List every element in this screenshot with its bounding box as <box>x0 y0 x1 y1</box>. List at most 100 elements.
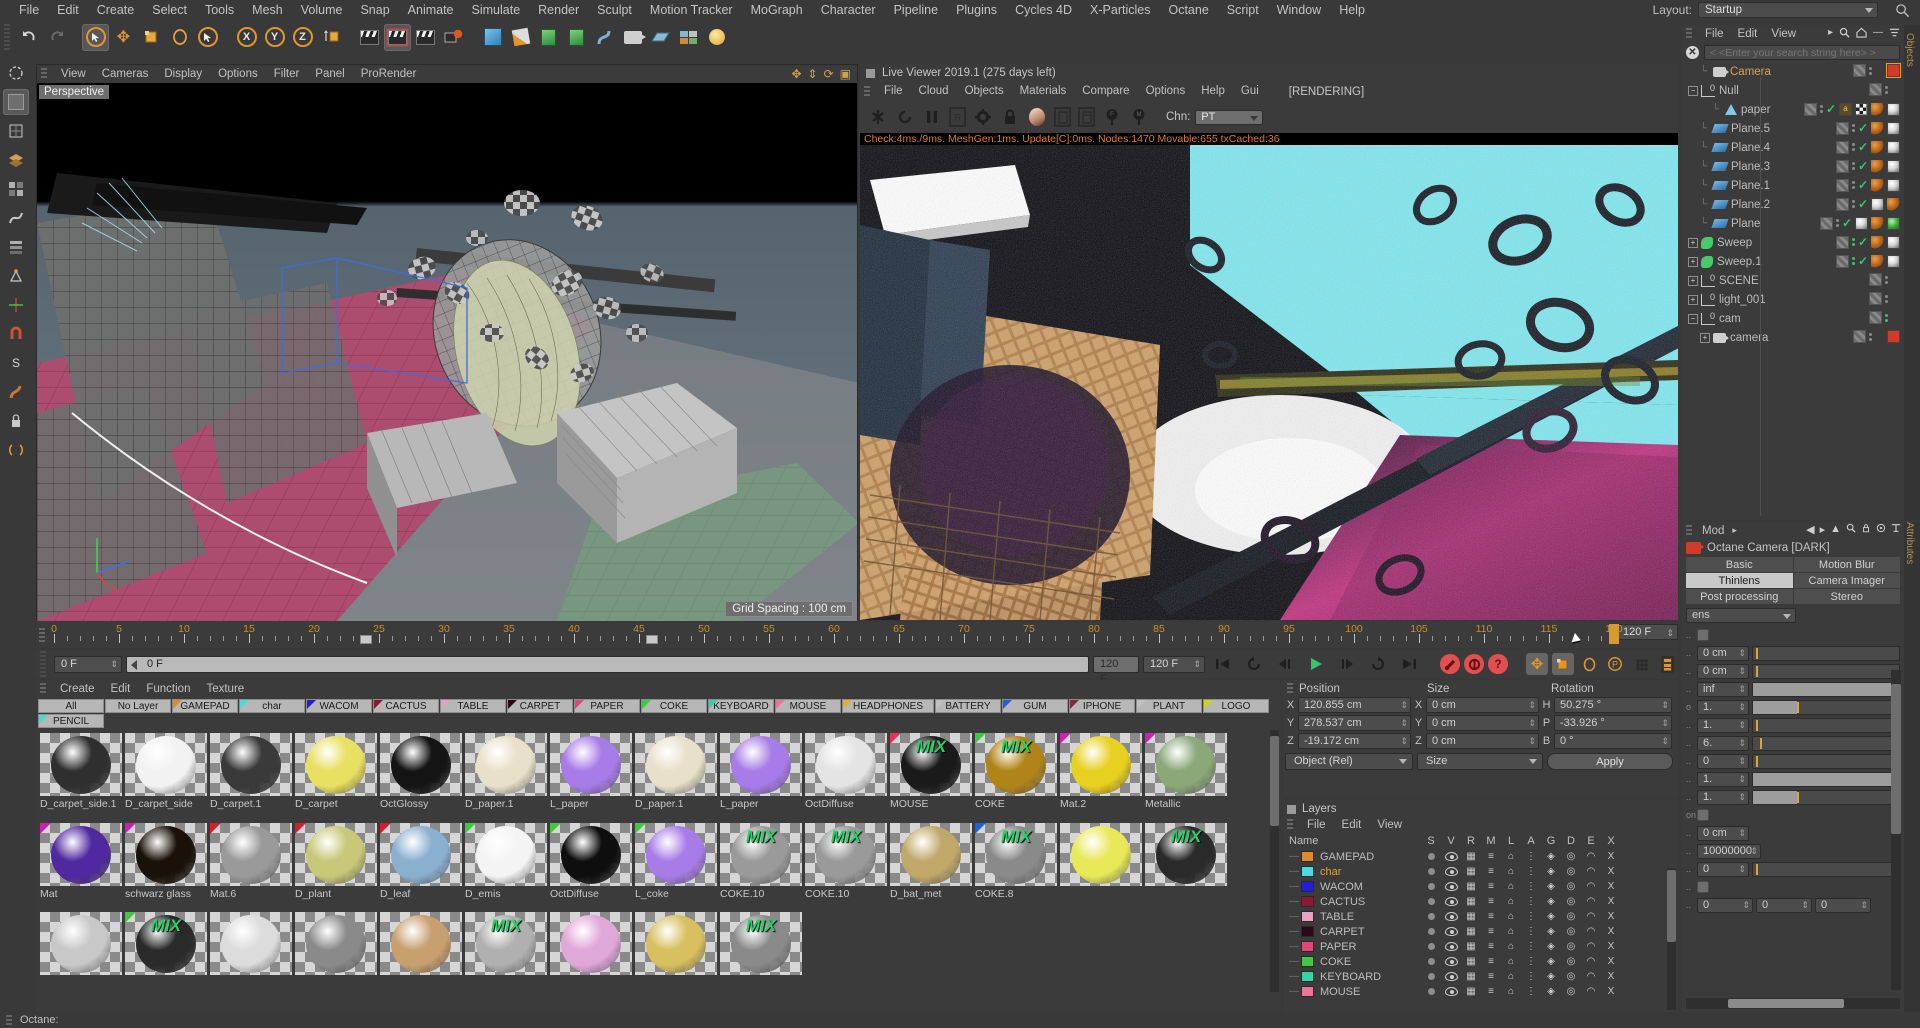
spinner-icon[interactable]: ⇕ <box>1738 755 1746 768</box>
material-thumbnail[interactable] <box>550 822 632 886</box>
layer-expression-cell[interactable]: ◠ <box>1581 926 1601 937</box>
spinner-icon[interactable]: ⇕ <box>1860 899 1868 912</box>
layer-xref-cell[interactable]: X <box>1601 926 1621 937</box>
live-viewer-canvas[interactable] <box>860 145 1678 620</box>
material-thumbnail[interactable] <box>40 912 122 976</box>
timeline-marker[interactable] <box>646 635 658 644</box>
layer-xref-cell[interactable]: X <box>1601 881 1621 892</box>
layer-visible-cell[interactable] <box>1441 897 1461 906</box>
more-arrow-icon[interactable]: ▸ <box>1728 525 1741 536</box>
layout-dropdown[interactable]: Startup <box>1698 2 1878 18</box>
layer-lock-cell[interactable]: ⌂ <box>1501 896 1521 907</box>
material-thumbnail[interactable] <box>295 912 377 976</box>
material-filter-tab-gum[interactable]: GUM <box>1002 699 1068 713</box>
layer-generator-cell[interactable]: ◈ <box>1541 941 1561 952</box>
object-visibility-dots[interactable] <box>1851 124 1855 132</box>
pan-icon[interactable]: ✥ <box>791 67 801 81</box>
material-filter-tab-iphone[interactable]: IPHONE <box>1069 699 1135 713</box>
scale-button[interactable] <box>138 24 165 51</box>
render-settings-button-lv[interactable] <box>973 107 993 127</box>
record-button[interactable] <box>1440 654 1460 674</box>
attribute-vscrollbar-thumb[interactable] <box>1891 684 1901 834</box>
material-item[interactable] <box>1060 822 1142 910</box>
attribute-value-field[interactable]: 6. ⇕ <box>1697 735 1749 751</box>
material-tag-icon[interactable] <box>1855 216 1868 230</box>
layer-color-swatch[interactable] <box>1301 986 1314 997</box>
attribute-value-field[interactable]: 1. ⇕ <box>1697 789 1749 805</box>
layers-row[interactable]: — TABLE ▦ ≡ ⌂ ⋮ ◈ ◎ ◠ X <box>1283 909 1678 924</box>
stack-tool[interactable] <box>3 234 29 260</box>
loop-button[interactable] <box>1364 651 1391 678</box>
layers-row[interactable]: — CARPET ▦ ≡ ⌂ ⋮ ◈ ◎ ◠ X <box>1283 924 1678 939</box>
layer-solo-cell[interactable] <box>1421 868 1441 875</box>
render-view-button[interactable] <box>356 24 383 51</box>
go-to-end-button[interactable] <box>1395 651 1422 678</box>
material-item[interactable]: Mat.6 <box>210 822 292 910</box>
material-item[interactable]: D_bat_met <box>890 822 972 910</box>
scale-key-button[interactable] <box>1552 653 1574 675</box>
object-tree-row[interactable]: └ paper ✓ a <box>1684 100 1904 119</box>
material-item[interactable]: MIX <box>1145 822 1227 910</box>
layer-expression-cell[interactable]: ◠ <box>1581 986 1601 997</box>
layer-solo-cell[interactable] <box>1421 988 1441 995</box>
material-item[interactable]: MIX <box>125 912 207 987</box>
layer-manager-cell[interactable]: ≡ <box>1481 971 1501 982</box>
object-layer-swatch[interactable] <box>1869 273 1882 286</box>
layer-generator-cell[interactable]: ◈ <box>1541 971 1561 982</box>
spinner-icon[interactable]: ⇕ <box>1528 698 1536 712</box>
layers-menu-view[interactable]: View <box>1369 819 1410 831</box>
attribute-checkbox[interactable] <box>1697 629 1709 641</box>
layer-expression-cell[interactable]: ◠ <box>1581 956 1601 967</box>
attribute-slider[interactable] <box>1752 771 1900 787</box>
layer-visible-cell[interactable] <box>1441 912 1461 921</box>
pos-x-field[interactable]: 120.855 cm ⇕ <box>1298 697 1411 713</box>
layer-animation-cell[interactable]: ⋮ <box>1521 881 1541 892</box>
material-item[interactable]: OctGlossy <box>380 733 462 820</box>
save-image-button[interactable] <box>1078 107 1095 127</box>
layer-lock-cell[interactable]: ⌂ <box>1501 971 1521 982</box>
object-layer-swatch[interactable] <box>1835 159 1849 173</box>
texture-tag-icon[interactable]: a <box>1839 102 1852 116</box>
axis-lock-tool[interactable] <box>3 292 29 318</box>
pos-z-field[interactable]: -19.172 cm ⇕ <box>1298 733 1411 749</box>
material-tag-icon[interactable] <box>1887 235 1900 249</box>
time-slider[interactable]: 0 F <box>126 655 1089 673</box>
render-region-button[interactable] <box>384 23 411 51</box>
material-menu-texture[interactable]: Texture <box>198 683 252 695</box>
material-item[interactable]: L_paper <box>720 733 802 820</box>
material-item[interactable]: schwarz glass <box>125 822 207 910</box>
checker-texture-tag-icon[interactable] <box>1855 102 1868 116</box>
layers-row[interactable]: — WACOM ▦ ≡ ⌂ ⋮ ◈ ◎ ◠ X <box>1283 879 1678 894</box>
live-viewer-menu-gui[interactable]: Gui <box>1233 82 1267 101</box>
camera-tag-icon[interactable] <box>1886 63 1901 78</box>
rotate-button[interactable] <box>166 24 193 51</box>
attribute-value-field[interactable]: 1. ⇕ <box>1697 717 1749 733</box>
object-visibility-dots[interactable] <box>1869 332 1872 341</box>
material-item[interactable]: MIX COKE.10 <box>805 822 887 910</box>
layer-solo-cell[interactable] <box>1421 928 1441 935</box>
spinner-icon[interactable]: ⇕ <box>1738 683 1746 696</box>
attribute-tab-post-processing[interactable]: Post processing <box>1686 589 1793 604</box>
mograph-tag-icon[interactable] <box>1871 121 1884 135</box>
layer-solo-cell[interactable] <box>1421 913 1441 920</box>
layer-manager-cell[interactable]: ≡ <box>1481 911 1501 922</box>
material-thumbnail[interactable] <box>40 822 122 886</box>
object-search-input[interactable] <box>1704 45 1900 60</box>
menu-item-x-particles[interactable]: X-Particles <box>1081 0 1159 21</box>
autokey-button[interactable] <box>1464 654 1484 674</box>
material-item[interactable]: L_coke <box>635 822 717 910</box>
timeline-ruler[interactable]: 120 F ⇕ 0 5 10 15 20 25 30 35 40 45 50 55 60 65 70 75 80… <box>36 622 1678 648</box>
spinner-icon[interactable]: ⇕ <box>1738 827 1746 840</box>
attribute-value-field-2[interactable]: 10000000 ⇕ <box>1697 843 1761 859</box>
object-layer-swatch[interactable] <box>1835 254 1849 268</box>
spinner-icon[interactable]: ⇕ <box>1528 716 1536 730</box>
material-thumbnail[interactable] <box>40 733 122 796</box>
object-enabled-check-icon[interactable]: ✓ <box>1858 121 1868 135</box>
tree-expander-minus-icon[interactable]: − <box>1688 85 1698 96</box>
material-thumbnail[interactable]: MIX <box>720 822 802 886</box>
menu-item-plugins[interactable]: Plugins <box>947 0 1006 21</box>
layer-deformer-cell[interactable]: ◎ <box>1561 956 1581 967</box>
layer-color-swatch[interactable] <box>1301 851 1314 862</box>
material-item[interactable]: D_plant <box>295 822 377 910</box>
layer-xref-cell[interactable]: X <box>1601 851 1621 862</box>
